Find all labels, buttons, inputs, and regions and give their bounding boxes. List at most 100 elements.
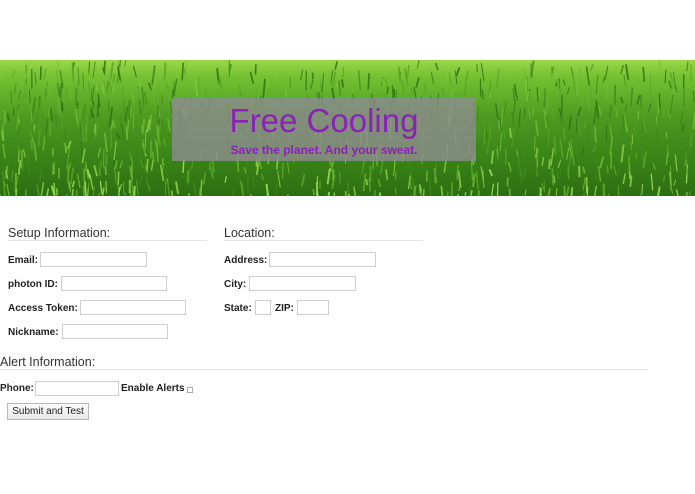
grass-blade (686, 61, 689, 71)
grass-blade (512, 88, 516, 102)
grass-blade (78, 144, 82, 159)
zip-field[interactable] (297, 300, 329, 315)
grass-blade (553, 175, 556, 184)
grass-blade (547, 187, 551, 196)
enable-alerts-checkbox[interactable] (187, 387, 193, 393)
grass-blade (613, 165, 617, 176)
grass-blade (106, 81, 109, 89)
grass-blade (623, 74, 627, 87)
state-field[interactable] (255, 300, 271, 315)
grass-blade (423, 83, 426, 96)
grass-blade (224, 175, 228, 183)
grass-blade (416, 60, 420, 69)
grass-blade (150, 158, 154, 171)
grass-blade (140, 105, 144, 116)
grass-blade (446, 191, 449, 196)
grass-blade (589, 64, 594, 72)
grass-blade (160, 144, 163, 162)
nickname-label: Nickname: (8, 327, 59, 338)
grass-blade (367, 73, 370, 90)
grass-blade (163, 138, 166, 146)
grass-blade (617, 162, 621, 175)
grass-blade (609, 136, 614, 155)
grass-blade (229, 63, 232, 71)
grass-blade (326, 168, 331, 185)
grass-blade (658, 60, 662, 71)
phone-field[interactable] (35, 381, 119, 396)
grass-blade (570, 187, 574, 196)
grass-blade (11, 170, 14, 183)
grass-blade (108, 80, 112, 92)
grass-blade (163, 62, 167, 80)
grass-blade (481, 89, 484, 100)
grass-blade (597, 105, 602, 116)
grass-blade (377, 179, 382, 188)
email-label: Email: (8, 255, 39, 266)
grass-blade (76, 173, 81, 189)
grass-blade (593, 126, 597, 144)
grass-blade (378, 192, 382, 196)
grass-blade (6, 113, 10, 122)
grass-blade (605, 85, 609, 99)
grass-blade (592, 144, 597, 153)
grass-blade (624, 104, 628, 113)
grass-blade (68, 146, 74, 154)
grass-blade (495, 69, 500, 89)
hero-title: Free Cooling (229, 102, 419, 139)
grass-blade (38, 128, 41, 147)
grass-blade (440, 185, 444, 196)
grass-blade (557, 162, 559, 180)
grass-blade (335, 74, 340, 88)
grass-blade (348, 193, 351, 196)
grass-blade (74, 67, 78, 83)
grass-blade (582, 177, 586, 191)
grass-blade (167, 117, 171, 133)
grass-blade (657, 186, 661, 196)
nickname-field[interactable] (62, 324, 168, 339)
grass-blade (54, 114, 58, 126)
grass-blade (462, 84, 468, 98)
grass-blade (621, 131, 626, 145)
grass-blade (183, 68, 187, 75)
grass-blade (274, 75, 278, 82)
grass-blade (95, 141, 99, 156)
grass-blade (457, 194, 459, 196)
grass-blade (137, 85, 140, 97)
grass-blade (633, 124, 636, 138)
grass-blade (585, 66, 591, 86)
grass-blade (620, 96, 624, 104)
grass-blade (673, 179, 677, 186)
phone-label: Phone: (0, 383, 34, 394)
grass-blade (597, 146, 601, 163)
grass-blade (665, 152, 669, 166)
grass-blade (131, 91, 135, 103)
grass-blade (67, 165, 69, 184)
grass-blade (359, 170, 363, 181)
email-field[interactable] (40, 252, 147, 267)
grass-blade (594, 185, 597, 196)
grass-blade (539, 187, 543, 196)
city-field[interactable] (249, 276, 356, 291)
grass-blade (551, 107, 555, 120)
grass-blade (333, 192, 336, 196)
grass-blade (543, 88, 546, 109)
grass-blade (455, 67, 461, 77)
grass-blade (332, 169, 335, 181)
grass-blade (580, 95, 584, 105)
grass-blade (559, 87, 562, 103)
grass-blade (97, 147, 101, 158)
access-token-field[interactable] (80, 300, 186, 315)
submit-and-test-button[interactable]: Submit and Test (7, 403, 89, 420)
grass-blade (572, 74, 576, 90)
grass-blade (141, 86, 145, 107)
grass-blade (124, 192, 127, 196)
photon-id-field[interactable] (61, 276, 167, 291)
grass-blade (202, 172, 207, 185)
grass-blade (144, 145, 148, 154)
grass-blade (76, 101, 79, 110)
grass-blade (563, 185, 566, 196)
zip-label: ZIP: (275, 303, 294, 314)
grass-blade (641, 154, 645, 162)
address-field[interactable] (269, 252, 376, 267)
grass-blade (29, 129, 33, 138)
